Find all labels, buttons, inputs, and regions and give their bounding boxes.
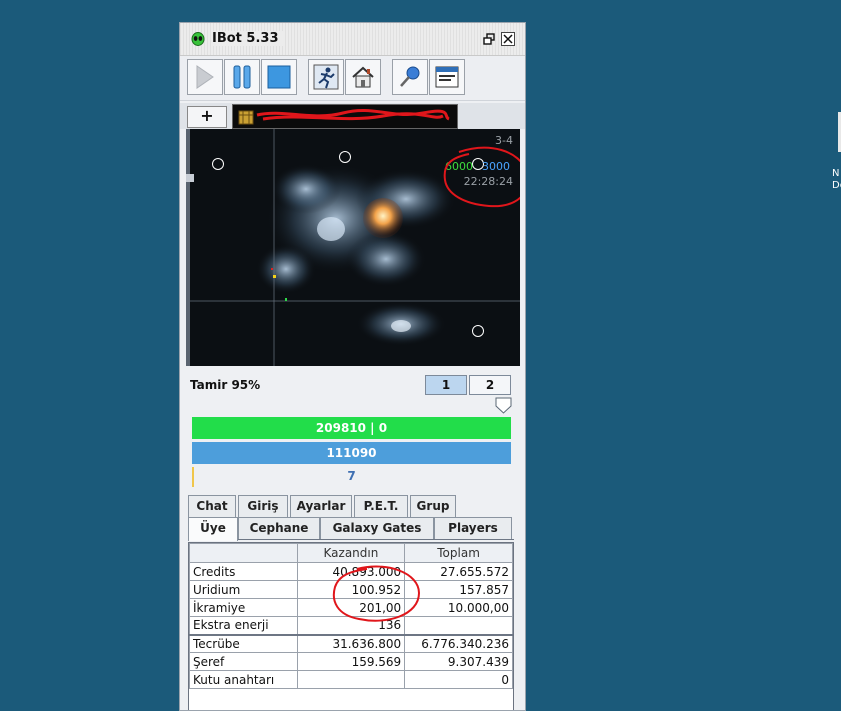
map-waypoint — [472, 325, 484, 337]
tab-cephane[interactable]: Cephane — [238, 517, 320, 539]
play-button[interactable] — [187, 59, 223, 95]
home-icon — [352, 66, 374, 88]
running-man-icon — [313, 64, 339, 90]
session-tab-strip: + — [180, 103, 525, 129]
ally-marker — [285, 298, 287, 301]
table-row: Kutu anahtarı 0 — [189, 670, 513, 689]
shield-bar: 111090 — [192, 442, 511, 464]
table-row: Şeref 159.569 9.307.439 — [189, 652, 513, 671]
row-label: Credits — [189, 562, 298, 581]
minimap[interactable]: 3-4 6000 3000 22:28:24 — [186, 129, 520, 366]
restore-button[interactable] — [482, 32, 496, 46]
table-header-kazandin[interactable]: Kazandın — [296, 543, 406, 563]
stop-button[interactable] — [261, 59, 297, 95]
tab-chat[interactable]: Chat — [188, 495, 236, 517]
redacted-scribble — [256, 109, 450, 121]
red-circle-annotation — [443, 146, 520, 208]
row-earned: 159.569 — [296, 652, 406, 671]
page-button-2[interactable]: 2 — [469, 375, 511, 395]
restore-icon — [483, 33, 495, 45]
stats-table[interactable]: Kazandın Toplam Credits 40.893.000 27.655.… — [188, 542, 514, 710]
home-button[interactable] — [345, 59, 381, 95]
status-panel: Tamir 95% 1 2 209810 | 0 111090 7 Chat G… — [180, 368, 525, 710]
table-header-toplam[interactable]: Toplam — [404, 543, 513, 563]
pause-icon — [233, 65, 251, 89]
tab-players[interactable]: Players — [434, 517, 512, 539]
title-bar[interactable]: IBot 5.33 — [180, 23, 525, 56]
gold-box-icon — [238, 110, 254, 125]
row-label: Ekstra enerji — [189, 616, 298, 635]
player-marker — [273, 275, 276, 278]
table-row: Tecrübe 31.636.800 6.776.340.236 — [189, 634, 513, 653]
table-header-row: Kazandın Toplam — [189, 543, 513, 563]
map-waypoint — [212, 158, 224, 170]
play-icon — [196, 65, 214, 89]
desktop-icon-label-line-2: Do — [832, 180, 841, 191]
row-total: 0 — [404, 670, 513, 689]
row-label: Uridium — [189, 580, 298, 599]
red-circle-annotation — [332, 565, 421, 622]
desktop-icon-label: N Do — [832, 168, 841, 192]
tab-ayarlar[interactable]: Ayarlar — [290, 495, 352, 517]
map-waypoint — [339, 151, 351, 163]
page-button-1[interactable]: 1 — [425, 375, 467, 395]
session-tab[interactable] — [232, 104, 458, 129]
row-total: 9.307.439 — [404, 652, 513, 671]
tab-galaxy-gates[interactable]: Galaxy Gates — [320, 517, 434, 539]
tab-uye[interactable]: Üye — [188, 517, 238, 541]
row-label: Şeref — [189, 652, 298, 671]
run-button[interactable] — [308, 59, 344, 95]
row-label: Tecrübe — [189, 634, 298, 653]
tab-grup[interactable]: Grup — [410, 495, 456, 517]
repair-status: Tamir 95% — [190, 378, 261, 392]
add-session-tab[interactable]: + — [187, 106, 227, 128]
tab-giris[interactable]: Giriş — [238, 495, 288, 517]
count-value: 7 — [347, 469, 356, 483]
close-icon — [503, 34, 513, 44]
pin-button[interactable] — [392, 59, 428, 95]
window-icon — [435, 66, 459, 88]
enemy-marker — [271, 268, 273, 270]
ibot-window: IBot 5.33 + 3-4 6000 3000 22:28:24 Tamir… — [179, 22, 526, 711]
table-header-blank — [189, 543, 298, 563]
desktop-icon-label-line-1: N — [832, 168, 840, 179]
alien-app-icon — [191, 32, 205, 46]
pause-button[interactable] — [224, 59, 260, 95]
tab-row-1: Chat Giriş Ayarlar P.E.T. Grup — [188, 495, 514, 517]
row-label: Kutu anahtarı — [189, 670, 298, 689]
tab-pet[interactable]: P.E.T. — [354, 495, 408, 517]
row-earned: 31.636.800 — [296, 634, 406, 653]
stop-icon — [267, 65, 291, 89]
pin-icon — [400, 66, 420, 87]
row-total: 6.776.340.236 — [404, 634, 513, 653]
toolbar — [180, 56, 525, 101]
hp-bar: 209810 | 0 — [192, 417, 511, 439]
row-earned — [296, 670, 406, 689]
dropdown-handle-icon[interactable] — [495, 397, 512, 414]
window-title: IBot 5.33 — [212, 31, 283, 46]
window-button[interactable] — [429, 59, 465, 95]
row-label: İkramiye — [189, 598, 298, 617]
tab-baseline — [238, 539, 514, 540]
close-button[interactable] — [501, 32, 515, 46]
tab-row-2: Üye Cephane Galaxy Gates Players — [188, 517, 514, 541]
